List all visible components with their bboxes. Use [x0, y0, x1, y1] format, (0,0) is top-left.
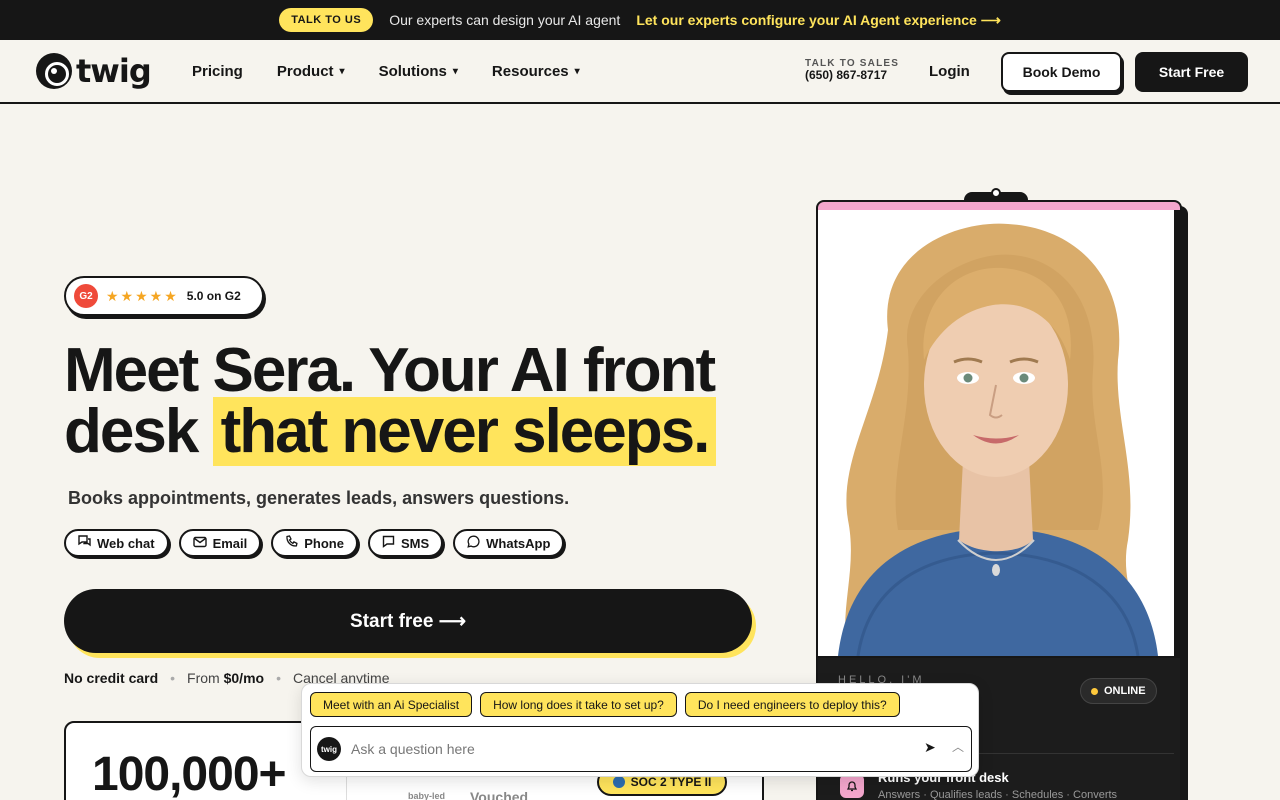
channel-list: Web chat Email Phone SMS WhatsApp [64, 529, 565, 557]
whatsapp-icon [467, 535, 480, 551]
hero-title: Meet Sera. Your AI front desk that never… [64, 340, 784, 466]
talk-to-sales[interactable]: TALK TO SALES (650) 867-8717 [805, 58, 899, 82]
suggestion-chip[interactable]: Meet with an Ai Specialist [310, 692, 473, 717]
channel-label: Phone [304, 535, 344, 551]
g2-logo-icon: G2 [74, 284, 98, 308]
hero-title-highlight: that never sleeps. [212, 397, 717, 466]
chat-question-input[interactable] [351, 738, 901, 760]
twig-logo-icon [36, 53, 72, 89]
chevron-down-icon: ▾ [339, 65, 345, 77]
email-icon [192, 536, 207, 551]
channel-label: Web chat [97, 535, 155, 551]
channel-label: WhatsApp [486, 535, 551, 551]
soc-shield-icon [612, 776, 625, 788]
chevron-up-icon[interactable]: ︿ [952, 738, 964, 755]
avatar-card-tab-dot [991, 188, 1001, 198]
start-free-button[interactable]: Start Free [1135, 52, 1248, 92]
online-status-label: ONLINE [1104, 685, 1146, 697]
start-free-cta-button[interactable]: Start free ⟶ [64, 589, 752, 653]
channel-label: Email [212, 535, 248, 551]
bell-icon [840, 774, 864, 798]
book-demo-button[interactable]: Book Demo [1001, 52, 1122, 92]
brand-logo-vouched: Vouched [470, 789, 529, 800]
suggestion-chip[interactable]: How long does it take to set up? [480, 692, 677, 717]
sera-avatar-image [818, 210, 1174, 656]
soc2-label: SOC 2 TYPE II [630, 775, 712, 789]
stats-number: 100,000+ [92, 748, 287, 800]
price-value: $0/mo [223, 670, 265, 686]
nav-link-label: Solutions [378, 62, 447, 80]
nav-link-pricing[interactable]: Pricing [192, 63, 243, 80]
channel-label: SMS [400, 535, 430, 551]
nav-link-label: Product [276, 62, 334, 80]
price-prefix: From [187, 670, 220, 686]
sales-phone[interactable]: (650) 867-8717 [805, 68, 899, 82]
nav-link-resources[interactable]: Resources ▾ [492, 63, 580, 80]
send-icon[interactable]: ➤ [924, 739, 936, 756]
avatar-card-topbar [818, 202, 1180, 210]
chat-widget: Meet with an Ai Specialist How long does… [301, 683, 979, 777]
sms-icon [382, 535, 395, 551]
announcement-bar: TALK TO US Our experts can design your A… [0, 0, 1280, 40]
channel-chip-phone[interactable]: Phone [271, 529, 358, 557]
nav-link-solutions[interactable]: Solutions ▾ [379, 63, 458, 80]
chevron-down-icon: ▾ [574, 65, 580, 77]
channel-chip-email[interactable]: Email [178, 529, 262, 557]
talk-to-us-pill[interactable]: TALK TO US [279, 8, 374, 32]
separator-dot: • [276, 670, 281, 686]
channel-chip-web-chat[interactable]: Web chat [64, 529, 169, 557]
price-text: From $0/mo [187, 670, 264, 686]
channel-chip-sms[interactable]: SMS [367, 529, 444, 557]
chat-suggestions: Meet with an Ai Specialist How long does… [310, 692, 900, 717]
main-nav: twig Pricing Product ▾ Solutions ▾ Resourc… [0, 40, 1280, 104]
nav-link-label: Pricing [192, 62, 243, 80]
announcement-text: Our experts can design your AI agent [389, 12, 621, 28]
twig-chat-logo-icon: twig [317, 737, 341, 761]
g2-rating-badge[interactable]: G2 ★★★★★ 5.0 on G2 [64, 276, 264, 316]
online-dot-icon [1091, 687, 1098, 695]
g2-score: 5.0 on G2 [186, 289, 241, 303]
chat-input-container: twig ➤ ︿ [310, 726, 972, 772]
nav-link-label: Resources [491, 62, 569, 80]
twig-logo[interactable]: twig [36, 52, 152, 90]
logo-text: twig [76, 52, 152, 90]
no-credit-card-text: No credit card [64, 670, 159, 686]
announcement-link[interactable]: Let our experts configure your AI Agent … [636, 12, 1000, 29]
online-status-badge: ONLINE [1080, 678, 1157, 704]
nav-link-product[interactable]: Product ▾ [277, 63, 345, 80]
chevron-down-icon: ▾ [452, 65, 458, 77]
channel-chip-whatsapp[interactable]: WhatsApp [453, 529, 565, 557]
nav-links: Pricing Product ▾ Solutions ▾ Resources ▾ [192, 40, 580, 102]
login-link[interactable]: Login [929, 63, 970, 80]
web-chat-icon [78, 535, 91, 551]
separator-dot: • [170, 670, 176, 686]
feature-subtitle: Answers · Qualifies leads · Schedules · … [878, 789, 1118, 800]
star-rating: ★★★★★ [106, 287, 179, 304]
phone-icon [285, 535, 298, 551]
suggestion-chip[interactable]: Do I need engineers to deploy this? [684, 692, 900, 717]
brand-logo-baby-led: baby-led [408, 791, 446, 800]
hero-subtitle: Books appointments, generates leads, ans… [68, 488, 570, 508]
